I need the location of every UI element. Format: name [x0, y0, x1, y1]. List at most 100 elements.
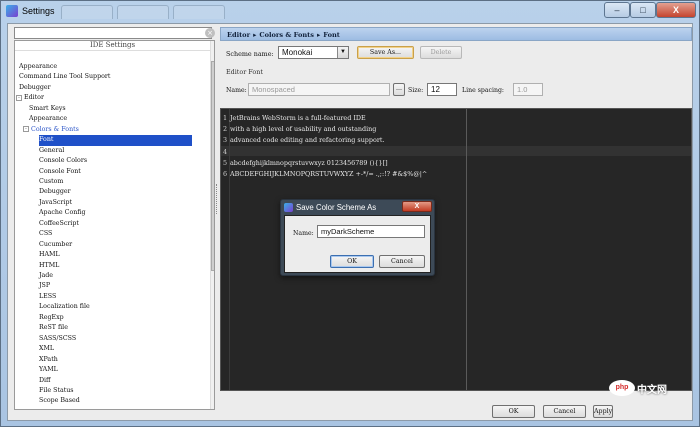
tree-item[interactable]: XPath	[39, 355, 58, 365]
tree-item[interactable]: File Status	[39, 386, 74, 396]
code-line: 3 advanced code editing and refactoring s…	[223, 135, 385, 145]
tree-item-label: JavaScript	[39, 198, 73, 206]
font-size-field[interactable]: 12	[427, 83, 457, 96]
collapse-toggle-icon[interactable]: -	[23, 126, 29, 133]
tree-item[interactable]: JavaScript	[39, 198, 72, 208]
maximize-button[interactable]: □	[630, 2, 656, 18]
tree-item[interactable]: Console Colors	[39, 156, 87, 166]
tree-item-label: Editor	[24, 94, 44, 102]
caret-row-highlight	[221, 146, 691, 156]
tree-item-label: General	[39, 146, 65, 154]
code-text: with a high level of usability and outst…	[230, 125, 377, 133]
tree-item[interactable]: Apache Config	[39, 208, 86, 218]
tree-item[interactable]: - Editor	[16, 93, 44, 103]
tree-item-label: Debugger	[19, 83, 51, 91]
scheme-select[interactable]: Monokai ▼	[278, 46, 349, 59]
tree-item[interactable]: Diff	[39, 376, 51, 386]
tree-item[interactable]: Console Font	[39, 167, 81, 177]
tree-item[interactable]: XML	[39, 344, 54, 354]
line-spacing-field[interactable]: 1.0	[513, 83, 543, 96]
scheme-select-value: Monokai	[282, 48, 313, 57]
settings-search-input[interactable]	[14, 27, 212, 39]
tree-item[interactable]: HAML	[39, 250, 60, 260]
breadcrumb-colors-fonts: Colors & Fonts	[259, 31, 314, 39]
ok-button[interactable]: OK	[492, 405, 535, 418]
breadcrumb-font: Font	[323, 31, 340, 39]
editor-font-section-label: Editor Font	[226, 68, 263, 76]
chevron-down-icon[interactable]: ▼	[337, 47, 348, 58]
background-tab	[173, 5, 225, 19]
line-number: 2	[223, 125, 228, 133]
code-text: abcdefghijklmnopqrstuvwxyz 0123456789 ()…	[230, 159, 388, 167]
dialog-name-label: Name:	[293, 230, 314, 237]
tree-item-label: Console Font	[39, 167, 81, 175]
minimize-button[interactable]: –	[604, 2, 630, 18]
breadcrumb-editor: Editor	[227, 31, 251, 39]
tree-item[interactable]: HTML	[39, 261, 59, 271]
dialog-cancel-button[interactable]: Cancel	[379, 255, 425, 268]
save-as-button[interactable]: Save As...	[357, 46, 414, 59]
tree-item[interactable]: CSS	[39, 229, 52, 239]
settings-client-area: × IDE Settings Appearance Command Line To…	[7, 23, 693, 421]
tree-item[interactable]: Cucumber	[39, 240, 72, 250]
dialog-ok-button[interactable]: OK	[330, 255, 374, 268]
tree-item[interactable]: LESS	[39, 292, 56, 302]
line-number: 5	[223, 159, 228, 167]
tree-item-label: Custom	[39, 177, 64, 185]
tree-item[interactable]: Command Line Tool Support	[19, 72, 110, 82]
tree-item[interactable]: Custom	[39, 177, 63, 187]
panel-splitter[interactable]	[216, 184, 219, 214]
tree-item[interactable]: Localization file	[39, 302, 90, 312]
tree-item[interactable]: JSP	[39, 281, 50, 291]
tree-item-label: ReST file	[39, 324, 68, 332]
tree-item[interactable]: Appearance	[19, 62, 57, 72]
tree-scrollbar-thumb[interactable]	[211, 61, 214, 271]
tree-item-label: Scope Based	[39, 397, 80, 405]
tree-item[interactable]: Font	[39, 135, 192, 146]
delete-scheme-button[interactable]: Delete	[420, 46, 462, 59]
window-title: Settings	[22, 6, 55, 16]
background-tab	[117, 5, 169, 19]
clear-search-icon[interactable]: ×	[205, 28, 215, 38]
font-browse-button[interactable]: ...	[393, 83, 405, 96]
breadcrumb-separator-icon: ▸	[253, 31, 257, 39]
tree-item-label: Font	[39, 136, 54, 144]
tree-item[interactable]: Debugger	[19, 83, 51, 93]
line-number: 4	[223, 148, 228, 156]
tree-item[interactable]: Debugger	[39, 187, 71, 197]
tree-item[interactable]: ReST file	[39, 323, 68, 333]
settings-window: Settings – □ X × IDE Settings Appearance…	[0, 0, 700, 427]
webstorm-app-icon	[6, 5, 18, 17]
title-bar[interactable]: Settings – □ X	[1, 1, 699, 23]
dialog-body: Name: myDarkScheme OK Cancel	[284, 215, 431, 273]
tree-item-label: HTML	[39, 261, 60, 269]
tree-item[interactable]: Smart Keys	[29, 104, 66, 114]
tree-item[interactable]: YAML	[39, 365, 58, 375]
dialog-close-button[interactable]: X	[402, 201, 432, 212]
code-line: 1 JetBrains WebStorm is a full-featured I…	[223, 113, 366, 123]
code-text: JetBrains WebStorm is a full-featured ID…	[230, 114, 366, 122]
apply-button[interactable]: Apply	[593, 405, 613, 418]
tree-item[interactable]: CoffeeScript	[39, 219, 79, 229]
tree-item[interactable]: Jade	[39, 271, 53, 281]
scheme-name-input[interactable]: myDarkScheme	[317, 225, 425, 238]
tree-item-label: Colors & Fonts	[31, 125, 79, 133]
collapse-toggle-icon[interactable]: -	[16, 94, 22, 101]
tree-item-label: Appearance	[29, 115, 68, 123]
cancel-button[interactable]: Cancel	[543, 405, 586, 418]
tree-item[interactable]: - Colors & Fonts	[23, 125, 79, 135]
watermark-text: 中文网	[637, 384, 667, 396]
tree-item[interactable]: Scope Based	[39, 396, 80, 406]
tree-item[interactable]: RegExp	[39, 313, 64, 323]
close-window-button[interactable]: X	[656, 2, 696, 18]
tree-item[interactable]: General	[39, 146, 64, 156]
tree-item[interactable]: Appearance	[29, 114, 67, 124]
font-name-field[interactable]: Monospaced	[248, 83, 390, 96]
background-tab	[61, 5, 113, 19]
tree-scrollbar[interactable]	[210, 41, 214, 409]
tree-item-label: Command Line Tool Support	[19, 73, 111, 81]
tree-item-label: Console Colors	[39, 157, 88, 165]
tree-item-label: Diff	[39, 376, 51, 384]
breadcrumb: Editor ▸ Colors & Fonts ▸ Font	[220, 27, 692, 41]
tree-item[interactable]: SASS/SCSS	[39, 334, 76, 344]
